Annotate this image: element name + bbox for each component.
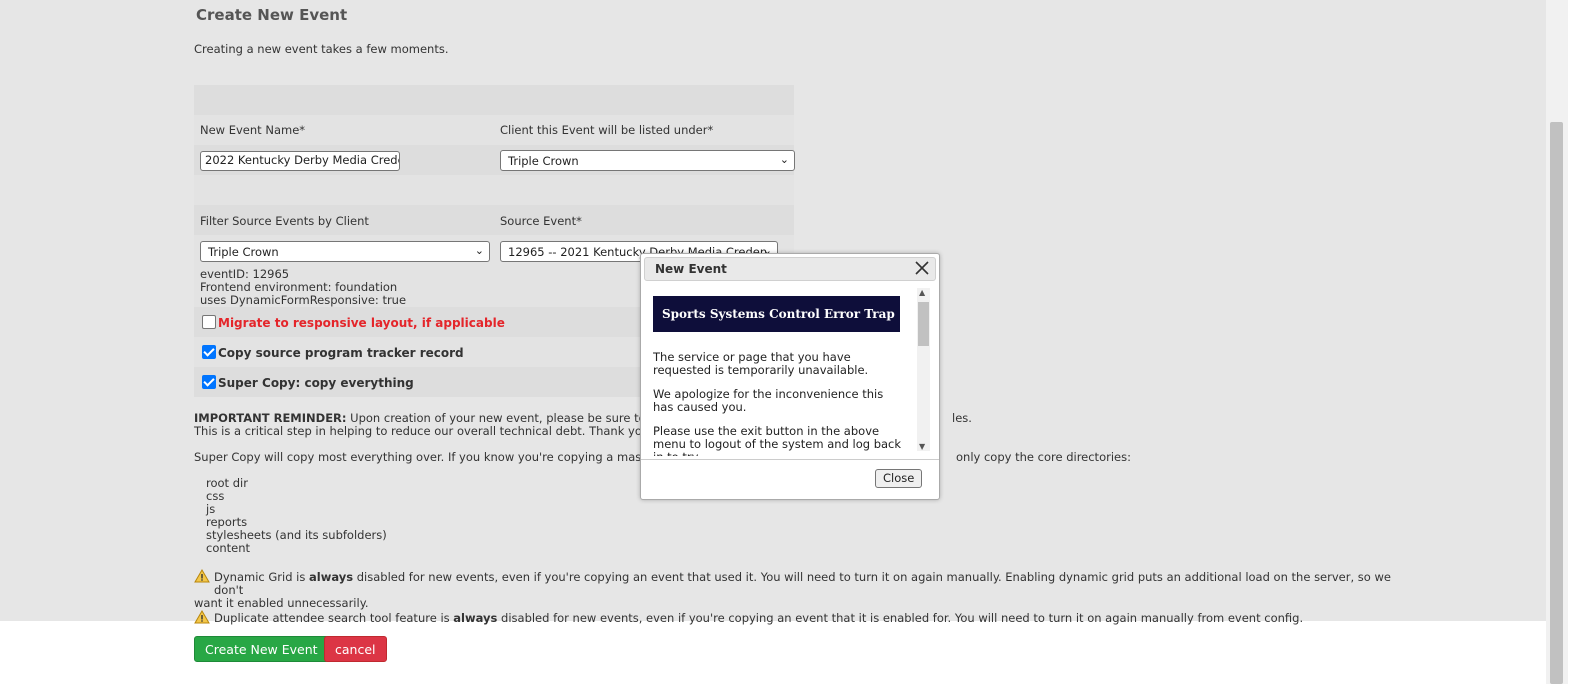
scroll-up-icon[interactable]: ▲ — [919, 288, 925, 297]
dialog-paragraph-2: We apologize for the inconvenience this … — [653, 387, 884, 414]
page-scrollbar[interactable] — [1546, 0, 1568, 684]
client-select[interactable]: Triple Crown ⌄ — [500, 150, 795, 171]
copy-tracker-checkbox[interactable] — [202, 345, 216, 359]
dialog-paragraph-3: Please use the exit button in the above … — [653, 424, 902, 457]
duplicate-text-pre: Duplicate attendee search tool feature i… — [214, 611, 454, 625]
error-trap-banner: Sports Systems Control Error Trap — [653, 296, 900, 332]
super-copy-label: Super Copy: copy everything — [218, 376, 414, 390]
migrate-checkbox[interactable] — [202, 315, 216, 329]
form-input-row: 2022 Kentucky Derby Media Creden Triple … — [194, 145, 795, 175]
source-label-row: Filter Source Events by Client Source Ev… — [194, 205, 794, 235]
event-name-label: New Event Name* — [200, 123, 306, 137]
client-label: Client this Event will be listed under* — [500, 123, 714, 137]
warning-icon — [194, 569, 210, 583]
dynamic-grid-text-pre: Dynamic Grid is — [214, 570, 310, 584]
dialog-header: New Event — [644, 257, 936, 281]
page-scroll-thumb[interactable] — [1550, 122, 1563, 684]
scroll-down-icon[interactable]: ▼ — [919, 442, 925, 451]
filter-client-label: Filter Source Events by Client — [200, 214, 369, 228]
duplicate-text-post: disabled for new events, even if you're … — [497, 611, 1304, 625]
supercopy-text: Super Copy will copy most everything ove… — [194, 450, 658, 464]
reminder-text: Upon creation of your new event, please … — [350, 411, 657, 425]
dynamic-grid-bold: always — [309, 570, 354, 584]
chevron-down-icon: ⌄ — [779, 153, 789, 166]
migrate-label: Migrate to responsive layout, if applica… — [218, 316, 505, 330]
source-event-label: Source Event* — [500, 214, 582, 228]
directory-item: root dir — [206, 476, 248, 490]
dynamic-grid-text-post: disabled for new events, even if you're … — [214, 570, 1391, 597]
duplicate-search-warning: Duplicate attendee search tool feature i… — [194, 610, 1394, 625]
dialog-paragraph-1: The service or page that you have reques… — [653, 350, 869, 377]
dialog-scrollbar[interactable]: ▲ ▼ — [917, 288, 930, 451]
create-new-event-button[interactable]: Create New Event — [194, 636, 329, 662]
reminder-prefix: IMPORTANT REMINDER: — [194, 411, 347, 425]
client-select-value: Triple Crown — [508, 154, 579, 168]
new-event-dialog: New Event Sports Systems Control Error T… — [640, 253, 940, 500]
super-copy-checkbox[interactable] — [202, 375, 216, 389]
filter-client-select-value: Triple Crown — [208, 245, 279, 259]
page: Create New Event Creating a new event ta… — [0, 0, 1568, 684]
cancel-button[interactable]: cancel — [324, 636, 387, 662]
copy-tracker-label: Copy source program tracker record — [218, 346, 464, 360]
directory-list: root dir css js reports stylesheets (and… — [206, 477, 387, 555]
event-info-dynamic: uses DynamicFormResponsive: true — [200, 293, 407, 307]
close-icon[interactable] — [913, 259, 931, 277]
form-spacer-row — [194, 175, 794, 205]
dialog-divider — [641, 459, 939, 460]
event-info: eventID: 12965 Frontend environment: fou… — [200, 268, 406, 307]
warning-icon — [194, 610, 210, 624]
dialog-scroll-thumb[interactable] — [918, 302, 929, 346]
page-title: Create New Event — [196, 6, 348, 24]
filter-client-select[interactable]: Triple Crown ⌄ — [200, 241, 490, 262]
dialog-body: Sports Systems Control Error Trap The se… — [653, 288, 906, 456]
reminder-tail: les. — [952, 411, 972, 425]
dialog-title: New Event — [655, 262, 727, 276]
supercopy-tail: only copy the core directories: — [956, 450, 1131, 464]
dialog-close-button[interactable]: Close — [875, 469, 923, 488]
page-intro: Creating a new event takes a few moments… — [194, 42, 449, 56]
duplicate-bold: always — [453, 611, 498, 625]
dynamic-grid-warning: Dynamic Grid is always disabled for new … — [194, 569, 1394, 610]
event-name-input[interactable]: 2022 Kentucky Derby Media Creden — [200, 151, 400, 171]
directory-item: css — [206, 489, 225, 503]
chevron-down-icon: ⌄ — [474, 244, 484, 257]
dynamic-grid-line-2: want it enabled unnecessarily. — [194, 596, 369, 610]
form-spacer-band — [194, 85, 794, 115]
dialog-message: The service or page that you have reques… — [653, 350, 906, 457]
directory-item: content — [206, 541, 251, 555]
form-label-row: New Event Name* Client this Event will b… — [194, 115, 794, 145]
